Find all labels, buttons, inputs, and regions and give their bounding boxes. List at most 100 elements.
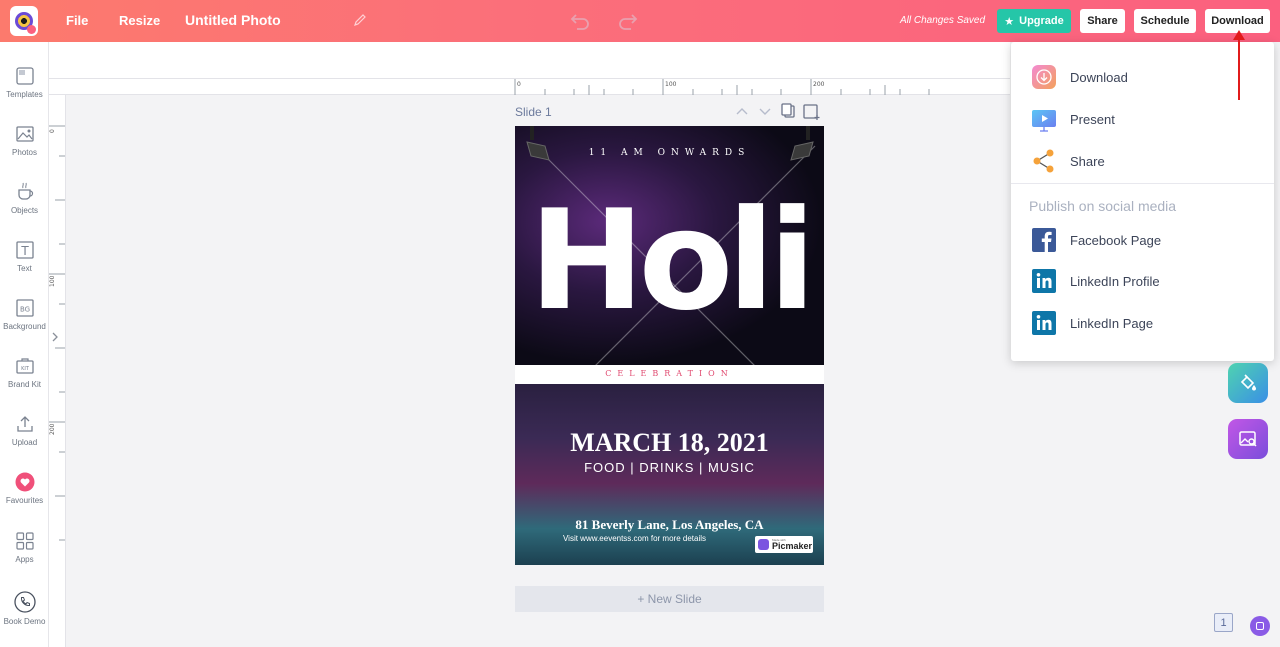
stage-light-left-icon [526, 126, 550, 161]
objects-icon [17, 182, 33, 200]
file-menu[interactable]: File [66, 13, 88, 28]
text-icon: T [15, 241, 34, 259]
download-menu-item-download[interactable]: Download [1031, 62, 1261, 92]
download-menu-item-linkedin-page[interactable]: LinkedIn Page [1031, 308, 1261, 338]
download-menu-label: Facebook Page [1070, 232, 1162, 248]
vertical-ruler: 0 100 200 [49, 95, 66, 647]
star-icon: ★ [1004, 15, 1015, 28]
sidebar-item-label: Templates [6, 90, 43, 99]
upgrade-button[interactable]: ★ Upgrade [997, 9, 1071, 33]
add-slide-icon[interactable] [803, 104, 820, 120]
stage-light-right-icon [790, 126, 814, 161]
document-title[interactable]: Untitled Photo [185, 12, 281, 28]
expand-panel-chevron-icon[interactable] [51, 331, 59, 343]
sidebar-item-background[interactable]: BG Background [0, 298, 49, 331]
heart-icon [15, 472, 34, 492]
download-menu-item-facebook-page[interactable]: Facebook Page [1031, 225, 1261, 255]
picmaker-logo-icon [758, 539, 769, 550]
ruler-label: 100 [665, 81, 677, 88]
poster-headline: Holi [529, 180, 816, 341]
sidebar-item-objects[interactable]: Objects [0, 182, 49, 215]
sidebar-item-book-demo[interactable]: Book Demo [0, 591, 49, 626]
image-search-button[interactable] [1228, 419, 1268, 459]
brand-kit-icon: KIT [15, 358, 34, 374]
new-slide-button[interactable]: + New Slide [515, 586, 824, 612]
resize-menu[interactable]: Resize [119, 13, 160, 28]
left-sidebar: Templates Photos Objects T Text BG Backg… [0, 42, 49, 647]
save-status: All Changes Saved [900, 15, 986, 26]
download-menu-item-linkedin-profile[interactable]: LinkedIn Profile [1031, 266, 1261, 296]
sidebar-item-label: Brand Kit [8, 380, 41, 389]
download-icon [1032, 65, 1056, 89]
sidebar-item-label: Photos [12, 148, 37, 157]
watermark-text: Picmaker [772, 540, 813, 551]
download-menu-item-present[interactable]: Present [1031, 104, 1261, 134]
upload-icon [16, 416, 33, 432]
paint-bucket-icon [1240, 374, 1256, 391]
ruler-label: 100 [49, 275, 56, 287]
vertical-ruler-ticks: 0 100 200 [49, 125, 65, 541]
image-search-icon [1239, 431, 1257, 447]
sidebar-item-text[interactable]: T Text [0, 240, 49, 273]
sidebar-item-label: Apps [15, 555, 34, 564]
poster-tagline: FOOD | DRINKS | MUSIC [584, 460, 755, 475]
download-menu-label: Download [1070, 69, 1128, 85]
present-icon [1032, 110, 1056, 132]
download-menu-label: Present [1070, 111, 1115, 127]
poster-band-text: CELEBRATION [605, 369, 734, 378]
sidebar-item-label: Background [3, 322, 46, 331]
logo-badge-icon [27, 25, 36, 34]
undo-icon[interactable] [569, 11, 591, 31]
sidebar-item-label: Upload [11, 438, 38, 447]
download-menu-label: LinkedIn Profile [1070, 273, 1160, 289]
download-menu: Download Present Share Publish on social… [1011, 42, 1274, 361]
share-button[interactable]: Share [1080, 9, 1125, 33]
download-menu-label: Share [1070, 153, 1105, 169]
bg-icon-glyph: BG [19, 306, 29, 314]
redo-icon[interactable] [617, 11, 639, 31]
poster-address: 81 Beverly Lane, Los Angeles, CA [575, 517, 764, 532]
duplicate-slide-icon[interactable] [781, 103, 795, 118]
poster-eyebrow: 11 AM ONWARDS [588, 148, 751, 158]
download-menu-item-share[interactable]: Share [1031, 146, 1261, 176]
sidebar-item-templates[interactable]: Templates [0, 66, 49, 99]
linkedin-icon [1032, 269, 1056, 293]
upgrade-label: Upgrade [1019, 15, 1064, 27]
sidebar-item-upload[interactable]: Upload [0, 414, 49, 447]
ruler-label: 200 [813, 81, 825, 88]
sidebar-item-label: Objects [10, 206, 39, 215]
linkedin-icon [1032, 311, 1056, 335]
horizontal-ruler: 0 100 200 [49, 78, 1010, 95]
picmaker-logo[interactable] [10, 6, 38, 36]
ruler-label: 200 [49, 423, 56, 435]
move-slide-up-icon[interactable] [736, 108, 748, 115]
slide-title: Slide 1 [515, 105, 552, 119]
slide-canvas[interactable]: 11 AM ONWARDS Holi CELEBRATION MARCH 18,… [515, 126, 824, 565]
sidebar-item-brand-kit[interactable]: KIT Brand Kit [0, 356, 49, 389]
ruler-label: 0 [49, 129, 56, 133]
apps-icon [15, 532, 34, 550]
text-icon-glyph: T [20, 244, 29, 258]
annotation-arrow-head [1233, 30, 1245, 40]
annotation-arrow-line [1238, 34, 1240, 100]
phone-icon [13, 591, 36, 613]
background-icon: BG [15, 299, 34, 317]
kit-icon-glyph: KIT [21, 366, 30, 372]
download-menu-separator [1011, 183, 1274, 184]
sidebar-item-apps[interactable]: Apps [0, 531, 49, 564]
sidebar-item-photos[interactable]: Photos [0, 124, 49, 157]
share-icon [1033, 149, 1054, 173]
move-slide-down-icon[interactable] [759, 108, 771, 115]
sidebar-item-label: Favourites [5, 496, 44, 505]
chat-icon [1256, 622, 1264, 630]
social-media-heading: Publish on social media [1029, 198, 1177, 214]
chat-support-button[interactable] [1250, 616, 1270, 636]
edit-title-pencil-icon[interactable] [352, 12, 368, 28]
fill-color-button[interactable] [1228, 363, 1268, 403]
schedule-button[interactable]: Schedule [1134, 9, 1196, 33]
context-toolbar [49, 42, 1010, 78]
templates-icon [15, 67, 34, 85]
page-number-indicator[interactable]: 1 [1214, 613, 1233, 632]
sidebar-item-favourites[interactable]: Favourites [0, 472, 49, 505]
horizontal-ruler-ticks: 0 100 200 [514, 79, 930, 95]
